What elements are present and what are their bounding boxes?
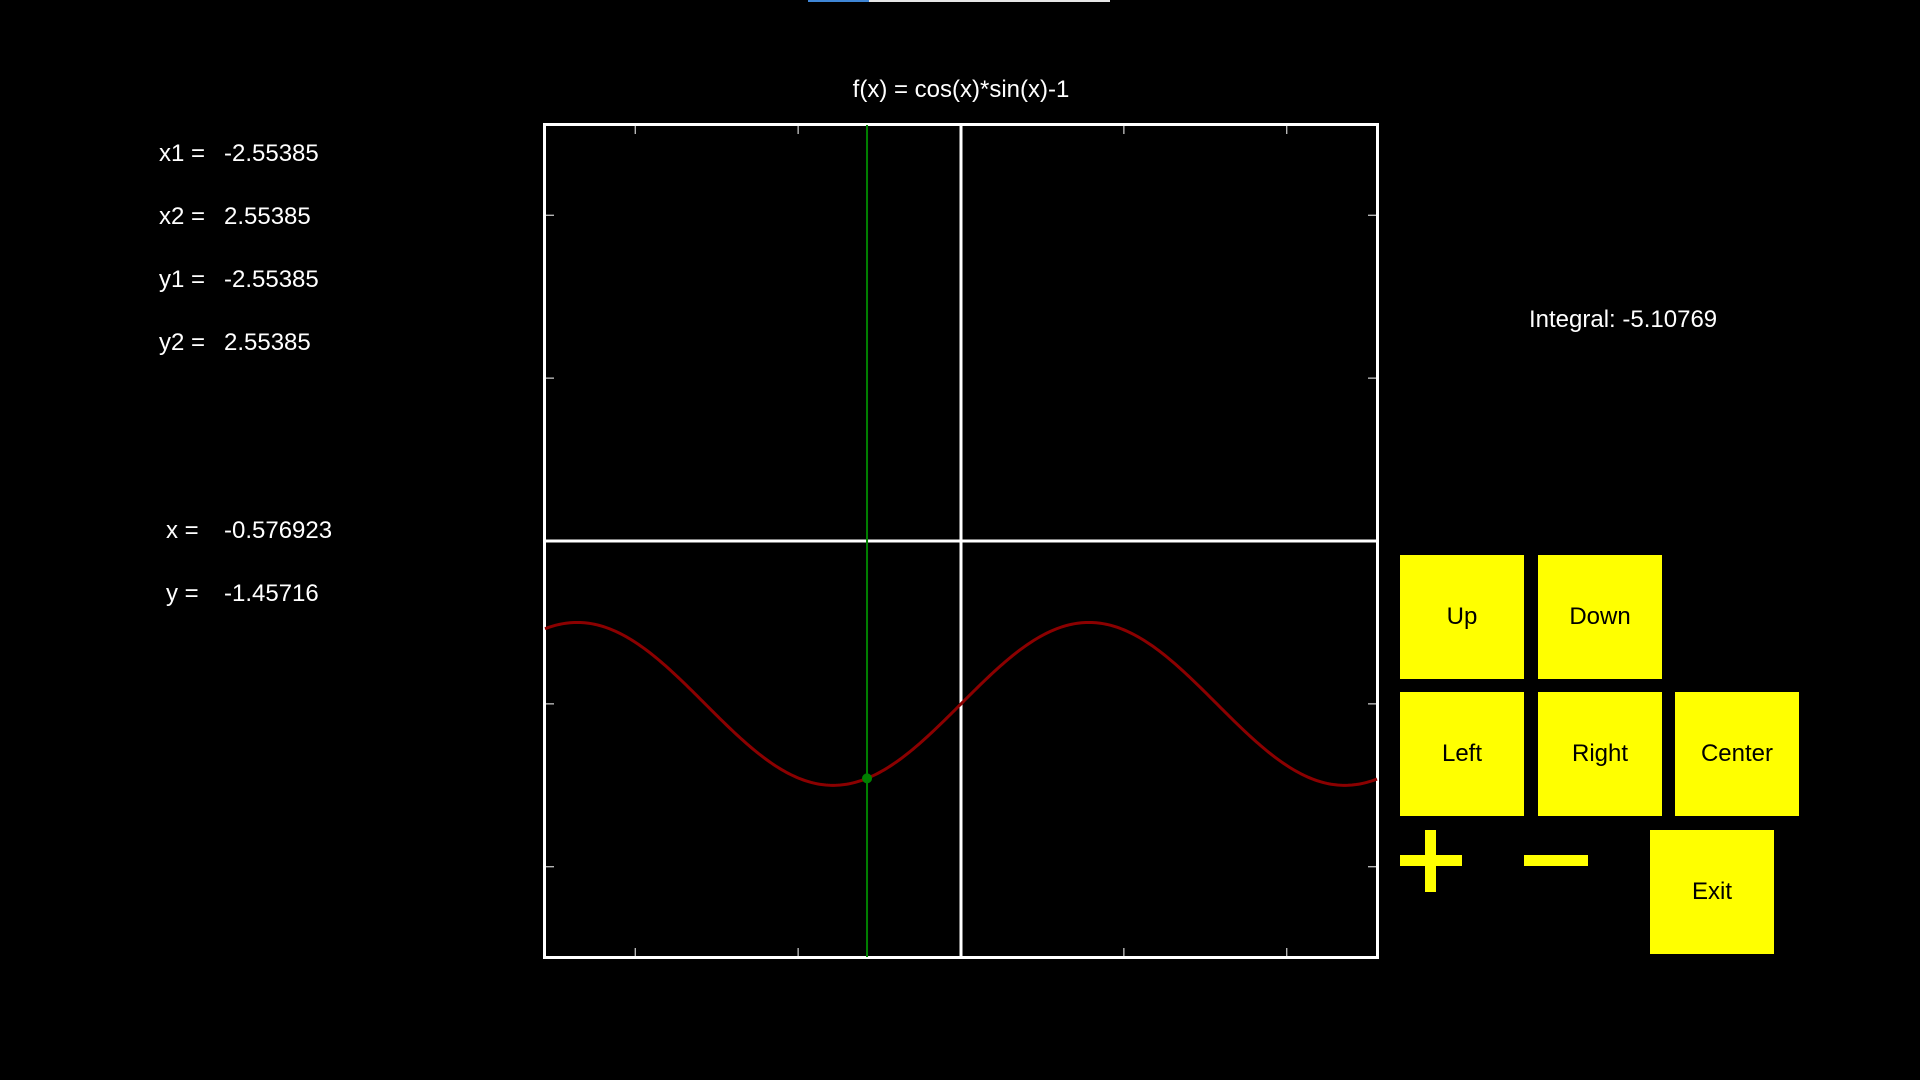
cursor-point [862, 773, 873, 784]
function-plotter-window: f(x) = cos(x)*sin(x)-1 x1 = -2.55385 x2 … [0, 0, 1920, 1080]
y2-value: 2.55385 [224, 329, 311, 356]
cursor-x-label: x = [166, 517, 199, 544]
y2-label: y2 = [159, 329, 206, 356]
function-title: f(x) = cos(x)*sin(x)-1 [852, 76, 1070, 103]
function-plot[interactable] [543, 123, 1379, 959]
cursor-x-value: -0.576923 [224, 517, 333, 544]
window-top-bar [808, 0, 1110, 2]
minus-icon [1524, 855, 1588, 866]
cursor-y-label: y = [166, 580, 199, 607]
integral-readout: Integral: -5.10769 [1529, 306, 1718, 333]
cursor-y-value: -1.45716 [224, 580, 319, 607]
zoom-out-button[interactable] [1524, 830, 1590, 894]
y1-label: y1 = [159, 266, 206, 293]
right-button[interactable]: Right [1538, 692, 1662, 816]
zoom-in-button[interactable] [1400, 830, 1464, 894]
y1-value: -2.55385 [224, 266, 319, 293]
exit-button[interactable]: Exit [1650, 830, 1774, 954]
window-top-bar-highlight [808, 0, 869, 2]
down-button[interactable]: Down [1538, 555, 1662, 679]
x1-label: x1 = [159, 140, 206, 167]
plus-icon [1400, 830, 1462, 892]
left-button[interactable]: Left [1400, 692, 1524, 816]
up-button[interactable]: Up [1400, 555, 1524, 679]
center-button[interactable]: Center [1675, 692, 1799, 816]
x1-value: -2.55385 [224, 140, 319, 167]
x2-value: 2.55385 [224, 203, 311, 230]
x2-label: x2 = [159, 203, 206, 230]
